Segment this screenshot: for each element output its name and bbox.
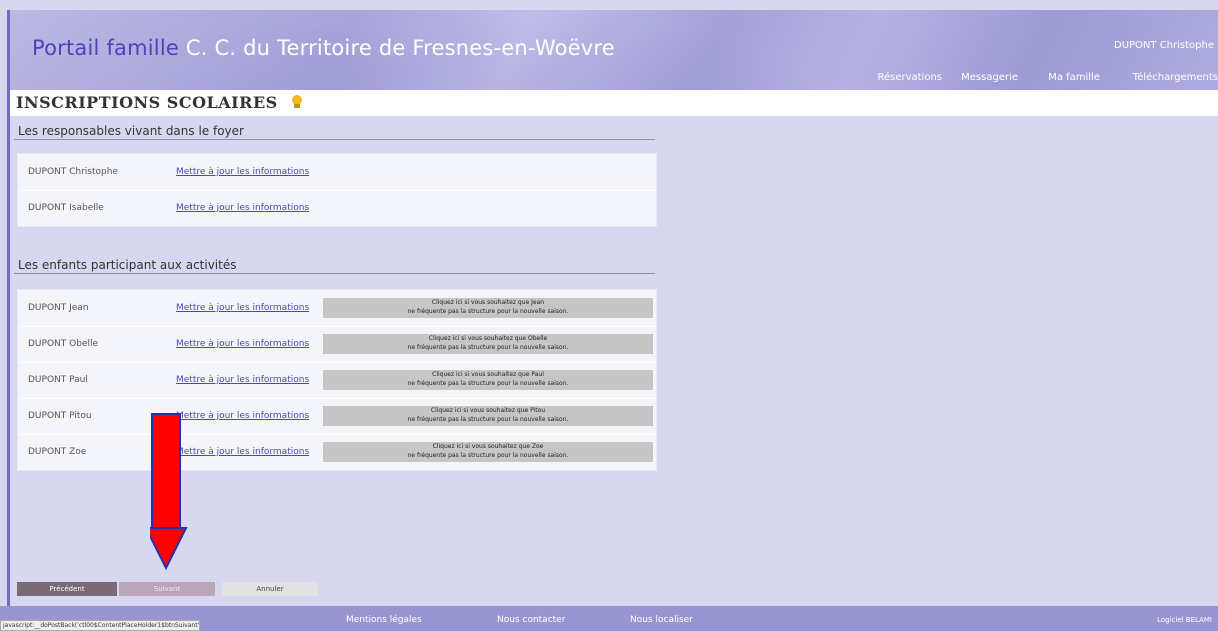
list-item: DUPONT Jean Mettre à jour les informatio… xyxy=(18,290,656,327)
cancel-button[interactable]: Annuler xyxy=(222,582,318,596)
person-name: DUPONT Isabelle xyxy=(28,203,104,213)
opt-out-line1: Cliquez ici si vous souhaitez que Jean xyxy=(431,299,545,306)
opt-out-line2: ne fréquente pas la structure pour la no… xyxy=(407,452,569,459)
nav-messagerie[interactable]: Messagerie xyxy=(961,72,1018,83)
opt-out-button[interactable]: Cliquez ici si vous souhaitez que Pitou … xyxy=(323,406,653,426)
child-name: DUPONT Jean xyxy=(28,303,89,313)
brand-primary: Portail famille xyxy=(32,36,179,60)
browser-status-bar: javascript:__doPostBack('ctl00$ContentPl… xyxy=(0,620,200,631)
opt-out-line1: Cliquez ici si vous souhaitez que Zoe xyxy=(432,443,544,450)
opt-out-line2: ne fréquente pas la structure pour la no… xyxy=(407,416,569,423)
update-info-link[interactable]: Mettre à jour les informations xyxy=(176,375,309,385)
opt-out-line1: Cliquez ici si vous souhaitez que Obelle xyxy=(428,335,548,342)
list-item: DUPONT Isabelle Mettre à jour les inform… xyxy=(18,190,656,226)
responsables-panel: DUPONT Christophe Mettre à jour les info… xyxy=(17,153,657,227)
list-item: DUPONT Obelle Mettre à jour les informat… xyxy=(18,326,656,363)
nav-ma-famille[interactable]: Ma famille xyxy=(1048,72,1100,83)
opt-out-button[interactable]: Cliquez ici si vous souhaitez que Jean n… xyxy=(323,298,653,318)
section-divider xyxy=(14,273,655,274)
list-item: DUPONT Paul Mettre à jour les informatio… xyxy=(18,362,656,399)
opt-out-line2: ne fréquente pas la structure pour la no… xyxy=(407,380,569,387)
section-title-enfants: Les enfants participant aux activités xyxy=(18,258,237,272)
footer-link-localiser[interactable]: Nous localiser xyxy=(630,615,693,625)
footer-credit[interactable]: Logiciel BELAMI xyxy=(1157,616,1212,624)
page-title-bar: INSCRIPTIONS SCOLAIRES xyxy=(10,90,1218,116)
enfants-panel: DUPONT Jean Mettre à jour les informatio… xyxy=(17,289,657,471)
opt-out-button[interactable]: Cliquez ici si vous souhaitez que Obelle… xyxy=(323,334,653,354)
nav-reservations[interactable]: Réservations xyxy=(877,72,942,83)
footer-link-contact[interactable]: Nous contacter xyxy=(497,615,565,625)
header: Portail famille C. C. du Territoire de F… xyxy=(10,10,1218,90)
update-info-link[interactable]: Mettre à jour les informations xyxy=(176,303,309,313)
page-title: INSCRIPTIONS SCOLAIRES xyxy=(16,93,302,112)
opt-out-line1: Cliquez ici si vous souhaitez que Paul xyxy=(432,371,544,378)
child-name: DUPONT Obelle xyxy=(28,339,98,349)
update-info-link[interactable]: Mettre à jour les informations xyxy=(176,339,309,349)
next-button[interactable]: Suivant xyxy=(119,582,215,596)
list-item: DUPONT Christophe Mettre à jour les info… xyxy=(18,154,656,191)
brand-secondary: C. C. du Territoire de Fresnes-en-Woëvre xyxy=(185,36,615,60)
opt-out-button[interactable]: Cliquez ici si vous souhaitez que Zoe ne… xyxy=(323,442,653,462)
opt-out-line1: Cliquez ici si vous souhaitez que Pitou xyxy=(430,407,546,414)
section-title-responsables: Les responsables vivant dans le foyer xyxy=(18,124,244,138)
opt-out-line2: ne fréquente pas la structure pour la no… xyxy=(407,344,569,351)
child-name: DUPONT Paul xyxy=(28,375,88,385)
update-info-link[interactable]: Mettre à jour les informations xyxy=(176,167,309,177)
child-name: DUPONT Pitou xyxy=(28,411,92,421)
previous-button[interactable]: Précédent xyxy=(17,582,117,596)
page-title-text: INSCRIPTIONS SCOLAIRES xyxy=(16,93,278,112)
child-name: DUPONT Zoe xyxy=(28,447,87,457)
brand-title[interactable]: Portail famille C. C. du Territoire de F… xyxy=(32,36,615,60)
list-item: DUPONT Pitou Mettre à jour les informati… xyxy=(18,398,656,435)
nav-telechargements[interactable]: Téléchargements xyxy=(1133,72,1218,83)
section-divider xyxy=(14,139,655,140)
lightbulb-icon xyxy=(291,95,302,109)
opt-out-line2: ne fréquente pas la structure pour la no… xyxy=(407,308,569,315)
person-name: DUPONT Christophe xyxy=(28,167,118,177)
update-info-link[interactable]: Mettre à jour les informations xyxy=(176,203,309,213)
opt-out-button[interactable]: Cliquez ici si vous souhaitez que Paul n… xyxy=(323,370,653,390)
footer-link-mentions[interactable]: Mentions légales xyxy=(346,615,422,625)
list-item: DUPONT Zoe Mettre à jour les information… xyxy=(18,434,656,470)
red-arrow-annotation xyxy=(150,413,188,571)
user-name[interactable]: DUPONT Christophe xyxy=(1114,40,1214,51)
